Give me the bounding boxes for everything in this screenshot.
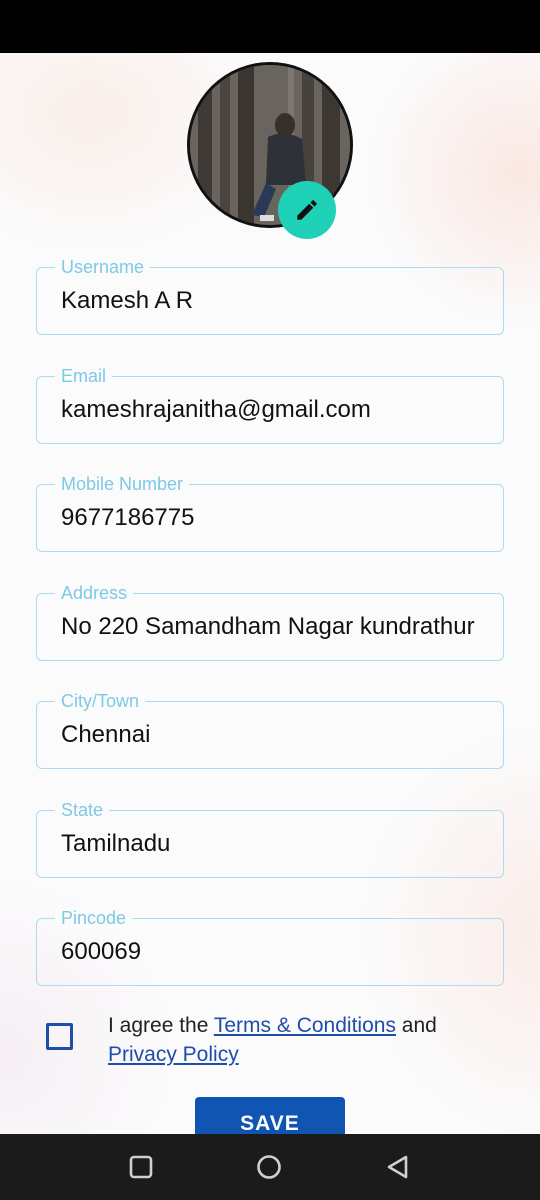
avatar-container <box>187 62 353 239</box>
navigation-bar <box>0 1134 540 1200</box>
pincode-input[interactable]: 600069 <box>61 937 499 967</box>
email-label: Email <box>55 365 113 387</box>
username-input[interactable]: Kamesh A R <box>61 286 499 316</box>
address-field[interactable]: Address No 220 Samandham Nagar kundrathu… <box>36 582 504 661</box>
edit-photo-button[interactable] <box>278 181 336 239</box>
email-field[interactable]: Email kameshrajanitha@gmail.com <box>36 365 504 444</box>
pencil-icon <box>297 200 317 220</box>
triangle-back-icon[interactable] <box>385 1154 411 1180</box>
status-bar <box>0 0 540 53</box>
state-label: State <box>55 799 110 821</box>
square-icon[interactable] <box>128 1154 154 1180</box>
username-field[interactable]: Username Kamesh A R <box>36 256 504 335</box>
city-field[interactable]: City/Town Chennai <box>36 690 504 769</box>
mobile-field[interactable]: Mobile Number 9677186775 <box>36 473 504 552</box>
privacy-link[interactable]: Privacy Policy <box>108 1043 239 1066</box>
agree-checkbox[interactable] <box>46 1023 73 1050</box>
city-label: City/Town <box>55 690 146 712</box>
state-input[interactable]: Tamilnadu <box>61 829 499 859</box>
profile-screen: Username Kamesh A R Email kameshrajanith… <box>0 53 540 1134</box>
agreement-middle: and <box>395 1014 437 1037</box>
mobile-label: Mobile Number <box>55 473 190 495</box>
agreement-prefix: I agree the <box>108 1014 214 1037</box>
circle-icon[interactable] <box>256 1154 282 1180</box>
save-button[interactable]: SAVE <box>195 1097 345 1134</box>
username-label: Username <box>55 256 151 278</box>
state-field[interactable]: State Tamilnadu <box>36 799 504 878</box>
agreement-text: I agree the Terms & Conditions and Privac… <box>108 1011 508 1069</box>
terms-link[interactable]: Terms & Conditions <box>214 1014 396 1037</box>
address-input[interactable]: No 220 Samandham Nagar kundrathur <box>61 612 499 642</box>
pincode-label: Pincode <box>55 907 133 929</box>
address-label: Address <box>55 582 134 604</box>
mobile-input[interactable]: 9677186775 <box>61 503 499 533</box>
email-input[interactable]: kameshrajanitha@gmail.com <box>61 395 499 425</box>
city-input[interactable]: Chennai <box>61 720 499 750</box>
pincode-field[interactable]: Pincode 600069 <box>36 907 504 986</box>
